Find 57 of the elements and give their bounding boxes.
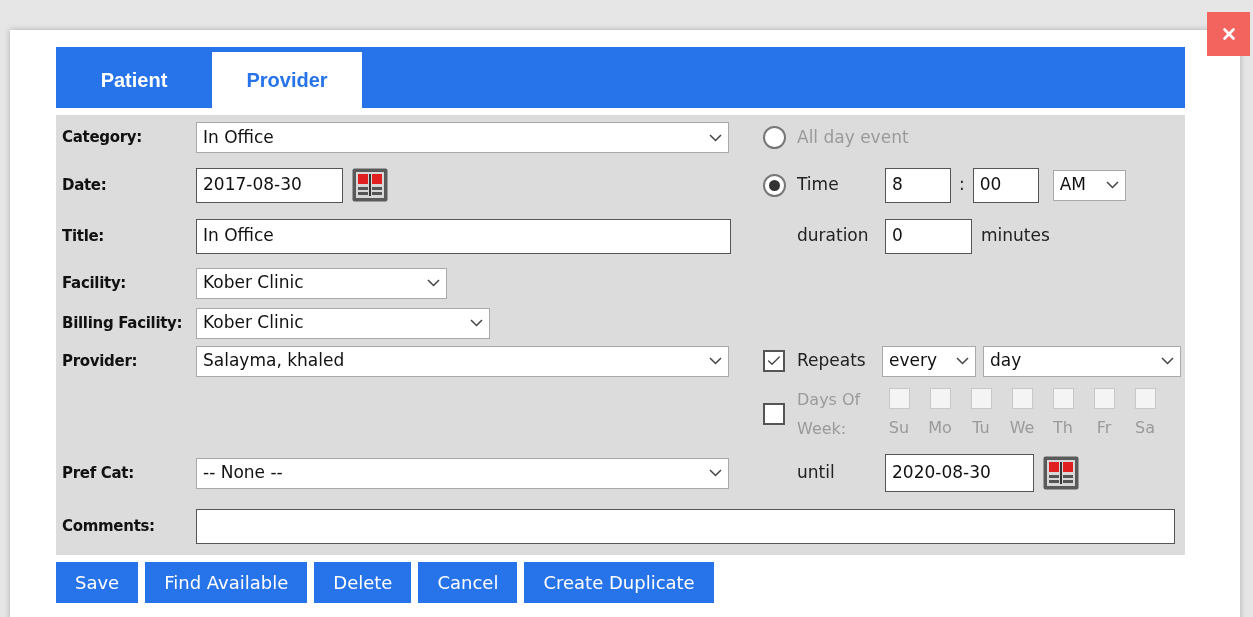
- tab[interactable]: Provider: [212, 52, 362, 108]
- input-field[interactable]: 2020-08-30: [885, 454, 1034, 492]
- chevron-down-icon: [470, 319, 483, 327]
- chevron-down-icon: [427, 279, 440, 287]
- field-label: Pref Cat:: [61, 462, 135, 484]
- dropdown[interactable]: day: [983, 345, 1181, 377]
- field-label: Date:: [61, 174, 108, 196]
- action-button[interactable]: Delete: [314, 562, 412, 603]
- action-button[interactable]: Create Duplicate: [524, 562, 714, 603]
- field-label: Category:: [61, 127, 143, 149]
- field-label: Billing Facility:: [61, 312, 184, 334]
- day-label: Su: [888, 417, 910, 439]
- calendar-icon[interactable]: [1043, 456, 1079, 490]
- dropdown[interactable]: In Office: [196, 122, 729, 153]
- until-label: until: [797, 461, 836, 485]
- unit-label: minutes: [981, 224, 1050, 248]
- checkbox-label: Days Of Week:: [797, 389, 862, 440]
- input-field[interactable]: 00: [972, 167, 1039, 203]
- field-label: Comments:: [61, 516, 156, 538]
- dropdown[interactable]: Kober Clinic: [196, 307, 490, 339]
- time-separator: :: [959, 173, 965, 197]
- radio-label: All day event: [797, 125, 909, 149]
- input-field[interactable]: 8: [885, 167, 951, 203]
- input-field[interactable]: 2017-08-30: [196, 167, 343, 203]
- chevron-down-icon: [1161, 357, 1174, 365]
- day-label: Fr: [1096, 417, 1112, 439]
- radio-label: Time: [797, 173, 840, 197]
- calendar-icon[interactable]: [352, 168, 388, 202]
- chevron-down-icon: [956, 357, 969, 365]
- action-button[interactable]: Save: [56, 562, 139, 603]
- dropdown[interactable]: every: [882, 345, 976, 377]
- day-label: We: [1009, 417, 1035, 439]
- day-label: Th: [1053, 417, 1073, 439]
- chevron-down-icon: [709, 469, 722, 477]
- checkbox[interactable]: [763, 350, 785, 372]
- field-label: Title:: [61, 225, 106, 247]
- dropdown[interactable]: -- None --: [196, 457, 729, 489]
- field-label: Provider:: [61, 350, 139, 372]
- action-button[interactable]: Cancel: [418, 562, 518, 603]
- dropdown[interactable]: Salayma, khaled: [196, 345, 729, 377]
- action-button[interactable]: Find Available: [145, 562, 308, 603]
- day-label: Sa: [1135, 417, 1155, 439]
- duration-label: duration: [797, 224, 870, 248]
- input-field[interactable]: [196, 509, 1175, 544]
- close-button[interactable]: [1207, 12, 1250, 56]
- meridiem-dropdown[interactable]: AM: [1052, 169, 1126, 201]
- dropdown[interactable]: Kober Clinic: [196, 267, 447, 299]
- radio-button[interactable]: [763, 173, 786, 197]
- chevron-down-icon: [709, 133, 722, 142]
- day-label: Mo: [928, 417, 952, 439]
- day-label: Tu: [972, 417, 990, 439]
- input-field[interactable]: 0: [885, 218, 972, 254]
- field-label: Facility:: [61, 272, 128, 294]
- checkbox-label: Repeats: [797, 349, 867, 373]
- chevron-down-icon: [1105, 181, 1119, 189]
- input-field[interactable]: In Office: [196, 218, 731, 254]
- chevron-down-icon: [709, 357, 722, 365]
